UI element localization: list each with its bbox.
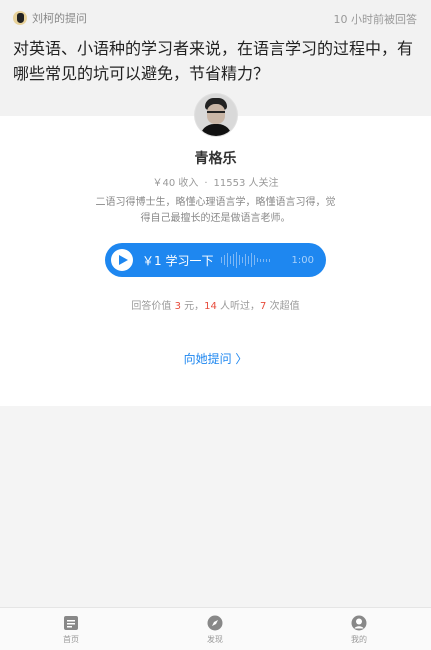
asker[interactable]: 刘柯的提问: [13, 10, 87, 26]
compass-icon: [207, 615, 223, 631]
tab-mine-label: 我的: [351, 635, 367, 644]
answerer-bio: 二语习得博士生，略懂心理语言学，略懂语言习得，觉得自己最擅长的还是做语言老师。: [95, 197, 336, 224]
asker-label: 刘柯的提问: [32, 12, 87, 25]
answerer-avatar[interactable]: [195, 94, 237, 136]
followers-stat: 11553 人关注: [213, 178, 279, 189]
waveform-icon: [221, 252, 272, 268]
ask-her-link[interactable]: 向她提问 〉: [0, 350, 431, 367]
tab-mine[interactable]: 我的: [329, 615, 389, 645]
play-icon[interactable]: [111, 249, 133, 271]
tab-discover-label: 发现: [207, 635, 223, 644]
listener-count: 14: [204, 301, 217, 312]
tab-discover[interactable]: 发现: [185, 615, 245, 645]
audio-price-label: ￥1 学习一下: [142, 253, 214, 268]
audio-duration: 1:00: [291, 254, 314, 266]
home-icon: [64, 616, 78, 630]
profile-icon: [351, 615, 367, 631]
audio-answer-button[interactable]: ￥1 学习一下 1:00: [105, 243, 326, 277]
answerer-stats: ￥40 收入 · 11553 人关注: [152, 178, 279, 189]
answer-time: 10 小时前被回答: [333, 13, 418, 26]
bottom-tab-bar: 首页 发现 我的: [0, 607, 431, 650]
tab-home[interactable]: 首页: [41, 615, 101, 645]
answer-value-line: 回答价值 3 元，14 人听过，7 次超值: [131, 301, 300, 312]
question-title: 对英语、小语种的学习者来说，在语言学习的过程中，有哪些常见的坑可以避免，节省精力…: [13, 39, 414, 83]
answerer-name[interactable]: 青格乐: [0, 148, 431, 168]
tab-home-label: 首页: [63, 635, 79, 644]
asker-avatar: [13, 11, 27, 25]
income-stat: ￥40 收入: [152, 178, 199, 189]
